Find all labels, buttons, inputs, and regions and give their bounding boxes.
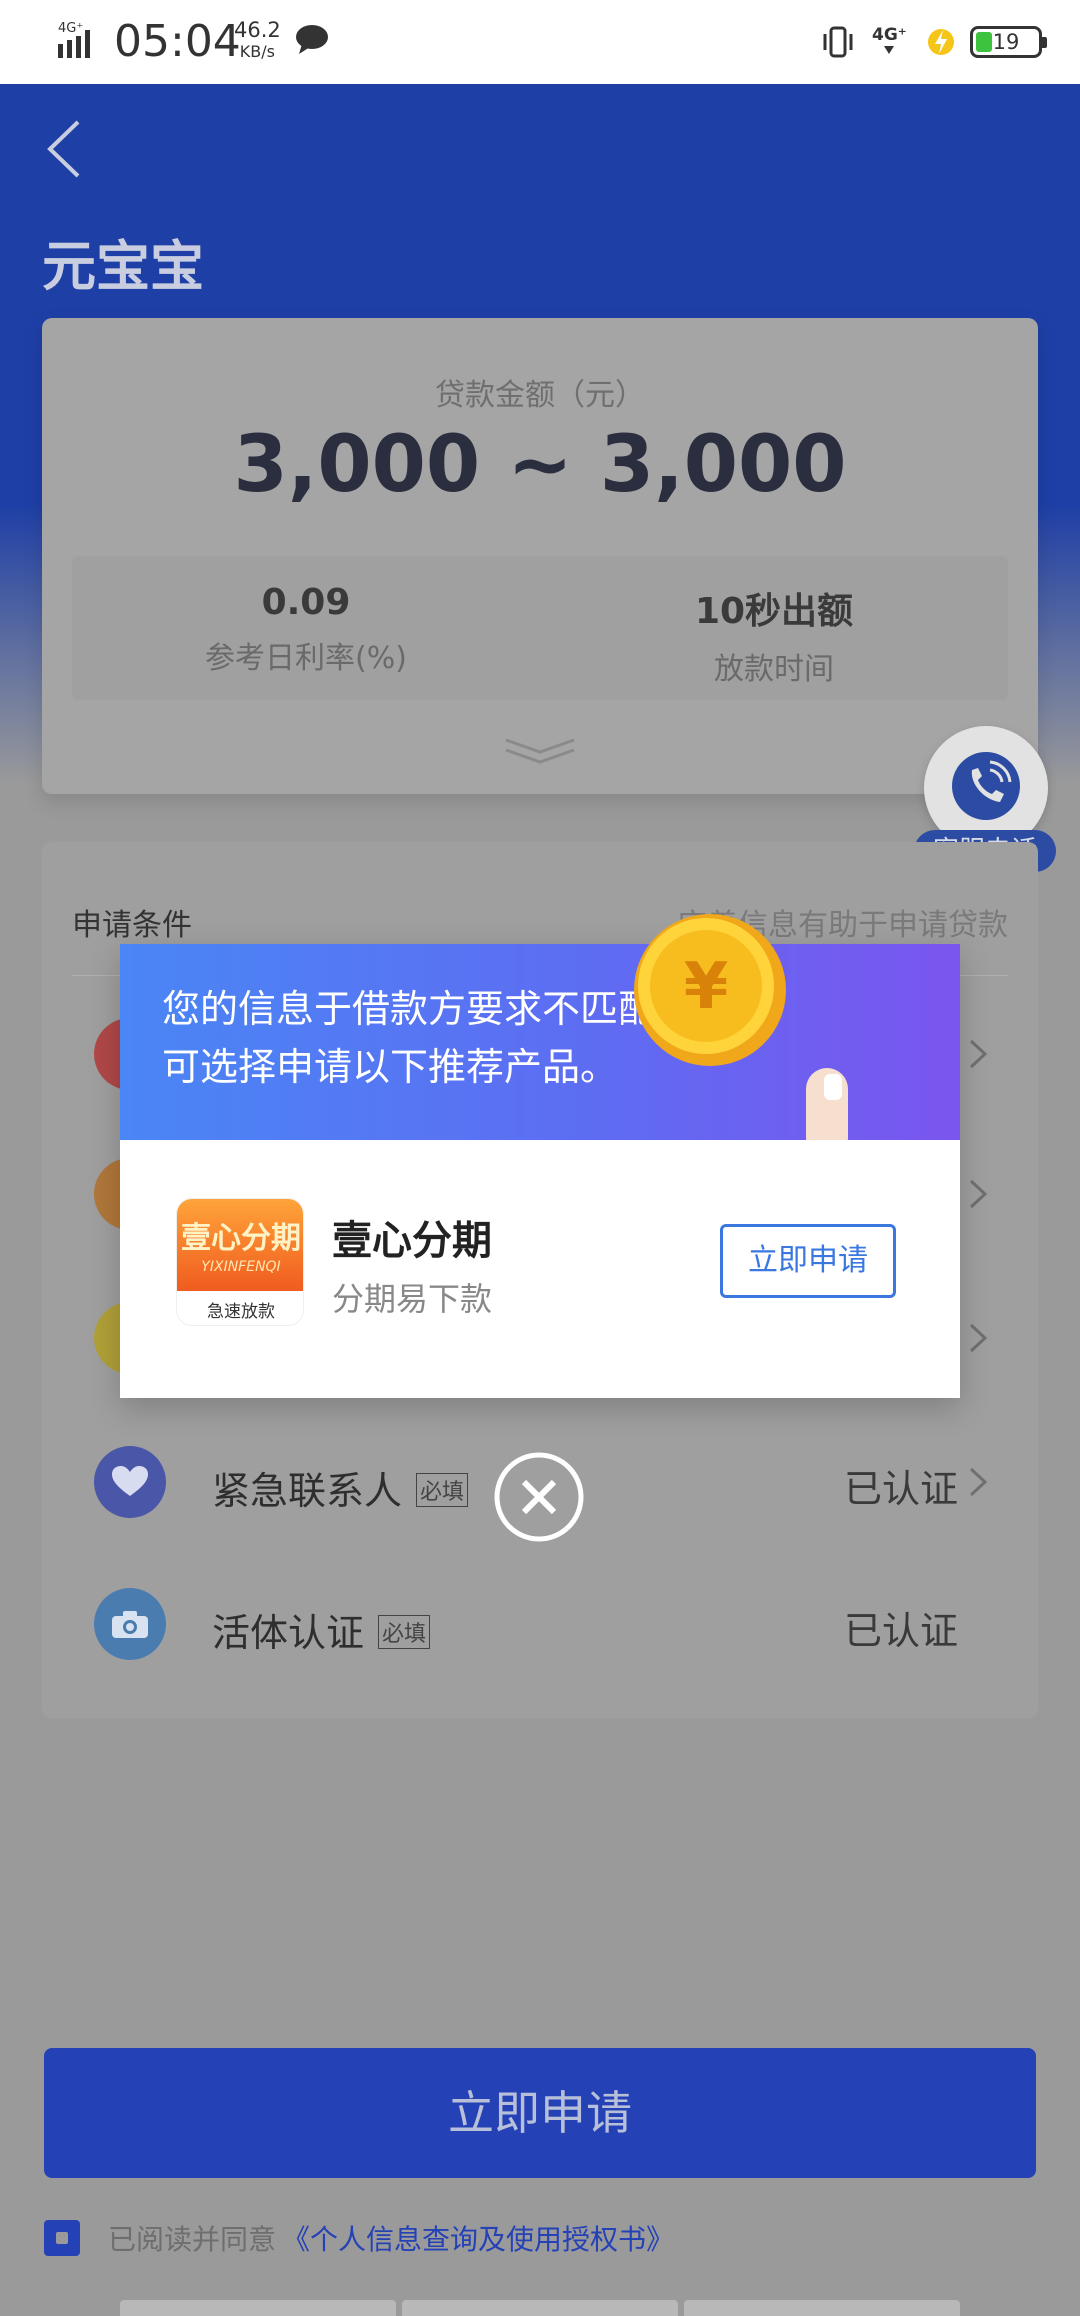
back-arrow-icon[interactable] <box>42 118 86 180</box>
time-label: 放款时间 <box>714 652 834 687</box>
chevron-right-icon <box>969 1467 988 1497</box>
time-stat: 10秒出额 放款时间 <box>540 556 1008 700</box>
heart-icon <box>94 1446 166 1518</box>
condition-label: 紧急联系人 必填 <box>212 1460 469 1515</box>
bottom-tab[interactable] <box>402 2300 678 2316</box>
bottom-tabs <box>120 2300 960 2316</box>
signal-4g-right-icon: 4G⁺ <box>872 25 907 54</box>
chevron-right-icon <box>969 1039 988 1069</box>
agreement-link[interactable]: 《个人信息查询及使用授权书》 <box>282 2218 674 2258</box>
rate-value: 0.09 <box>261 582 351 623</box>
product-desc: 分期易下款 <box>332 1280 493 1318</box>
agreement-row: 已阅读并同意 《个人信息查询及使用授权书》 <box>44 2218 674 2258</box>
required-tag: 必填 <box>416 1472 469 1507</box>
network-speed: 46.2 KB/s <box>234 18 281 62</box>
loan-card: 贷款金额（元） 3,000 ~ 3,000 0.09 参考日利率(%) 10秒出… <box>42 318 1038 794</box>
phone-icon <box>952 752 1020 820</box>
apply-now-button[interactable]: 立即申请 <box>44 2048 1036 2178</box>
finger-icon <box>806 1068 848 1140</box>
condition-status: 已认证 <box>843 1467 958 1511</box>
bottom-tab[interactable] <box>684 2300 960 2316</box>
chevron-right-icon <box>969 1323 988 1353</box>
message-icon <box>296 25 328 54</box>
charging-icon <box>928 29 954 55</box>
status-time: 05:04 <box>114 16 241 67</box>
svg-text:4G⁺: 4G⁺ <box>58 21 83 36</box>
modal-banner: 您的信息于借款方要求不匹配， 可选择申请以下推荐产品。 <box>120 944 960 1140</box>
bottom-tab[interactable] <box>120 2300 396 2316</box>
loan-stats: 0.09 参考日利率(%) 10秒出额 放款时间 <box>72 556 1008 700</box>
loan-amount-label: 贷款金额（元） <box>435 378 645 413</box>
condition-label: 活体认证 必填 <box>212 1602 431 1657</box>
svg-text:¥: ¥ <box>684 950 729 1024</box>
recommendation-modal: 您的信息于借款方要求不匹配， 可选择申请以下推荐产品。 壹心分期 YIXINFE… <box>120 944 960 1398</box>
vibrate-icon <box>823 26 853 58</box>
chevron-right-icon <box>969 1179 988 1209</box>
condition-status: 已认证 <box>843 1609 958 1653</box>
modal-message: 您的信息于借款方要求不匹配， 可选择申请以下推荐产品。 <box>162 987 695 1089</box>
loan-amount-value: 3,000 ~ 3,000 <box>233 420 847 510</box>
expand-chevron-icon[interactable] <box>504 734 576 764</box>
battery-icon: 19 <box>970 26 1047 58</box>
yuan-coin-icon: ¥ <box>634 914 786 1066</box>
agreement-text: 已阅读并同意 <box>108 2223 277 2256</box>
rate-label: 参考日利率(%) <box>205 641 407 676</box>
condition-row-liveness[interactable]: 活体认证 必填 已认证 <box>72 1564 1008 1684</box>
rate-stat: 0.09 参考日利率(%) <box>72 556 540 700</box>
agreement-checkbox[interactable] <box>44 2220 80 2256</box>
page-title: 元宝宝 <box>42 235 204 298</box>
time-value: 10秒出额 <box>694 591 854 632</box>
status-right: 4G⁺ 19 <box>820 22 1047 62</box>
signal-4g-icon: 4G⁺ <box>58 21 90 58</box>
svg-text:4G⁺: 4G⁺ <box>872 25 907 45</box>
product-apply-button[interactable]: 立即申请 <box>720 1224 896 1298</box>
conditions-title: 申请条件 <box>72 908 192 943</box>
required-tag: 必填 <box>378 1614 431 1649</box>
product-logo[interactable]: 壹心分期 YIXINFENQI 急速放款 <box>176 1198 304 1326</box>
status-bar: 4G⁺ 05:04 46.2 KB/s 4G⁺ 19 <box>0 0 1080 84</box>
close-icon[interactable] <box>494 1452 584 1542</box>
camera-icon <box>94 1588 166 1660</box>
product-name: 壹心分期 <box>332 1218 492 1264</box>
